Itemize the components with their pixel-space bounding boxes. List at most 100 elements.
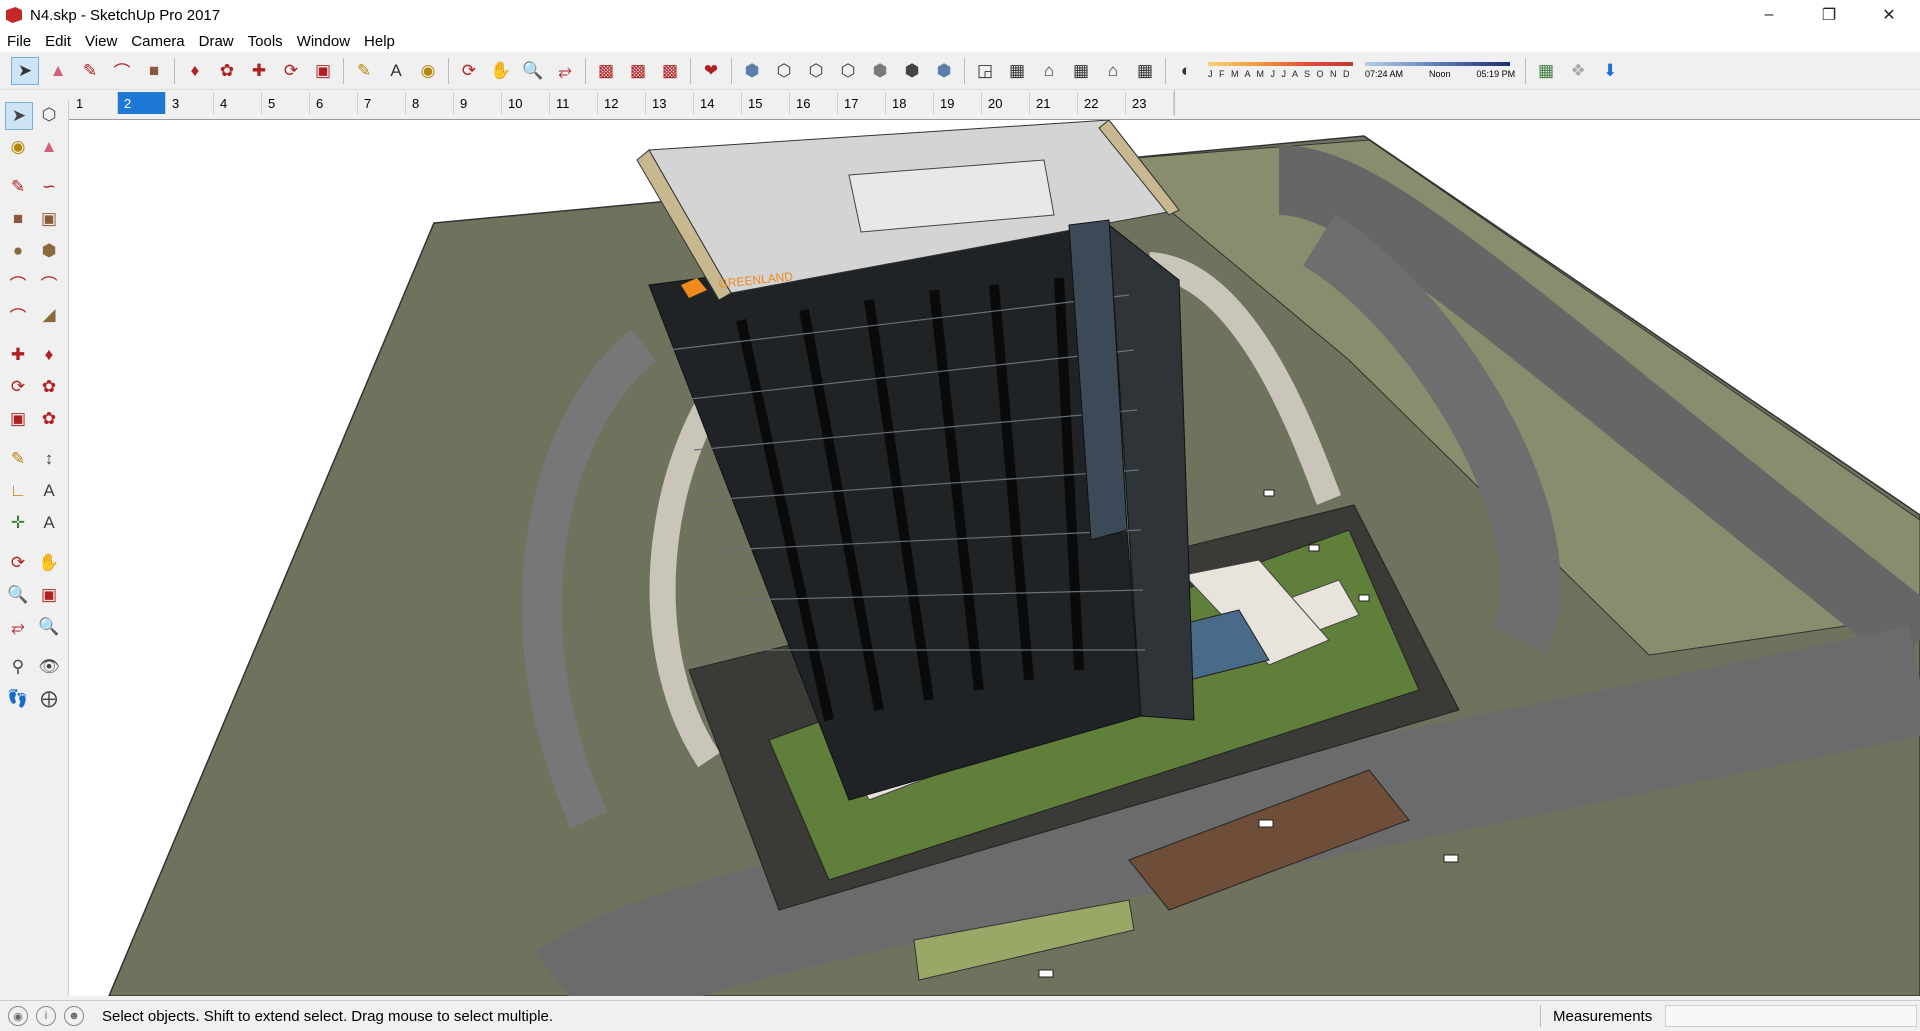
menu-file[interactable]: File <box>0 33 38 50</box>
dimension-tool-button[interactable]: ↕ <box>36 446 62 472</box>
zoom-extents-button[interactable]: ⥂ <box>5 614 31 640</box>
shaded-textures-style-button[interactable]: ⬢ <box>899 58 925 84</box>
pie-tool-button[interactable]: ◢ <box>36 302 62 328</box>
scene-tab[interactable]: 2 <box>118 92 166 114</box>
line-tool-button[interactable]: ✎ <box>77 58 103 84</box>
scale-button[interactable]: ▣ <box>5 406 31 432</box>
walk-button[interactable]: 👣 <box>5 686 31 712</box>
previous-view-button[interactable]: 🔍 <box>36 614 62 640</box>
date-slider-bar[interactable] <box>1208 62 1353 66</box>
tape-measure-button[interactable]: ✎ <box>351 58 377 84</box>
scene-tab[interactable]: 1 <box>70 92 118 114</box>
shadow-time-slider[interactable]: 07:24 AM Noon 05:19 PM <box>1365 56 1515 86</box>
layout-send-button[interactable]: ▩ <box>657 58 683 84</box>
wireframe-style-button[interactable]: ⬡ <box>803 58 829 84</box>
follow-me-button[interactable]: ✿ <box>214 58 240 84</box>
protractor-button[interactable]: ∟ <box>5 478 31 504</box>
menu-draw[interactable]: Draw <box>192 33 241 50</box>
select-tool-button[interactable]: ➤ <box>5 102 33 130</box>
arc-tool-button[interactable]: ⌒ <box>5 270 31 296</box>
credits-icon[interactable]: i <box>36 1006 56 1026</box>
scene-tab[interactable]: 22 <box>1078 92 1126 114</box>
scene-tab[interactable]: 18 <box>886 92 934 114</box>
section-plane-button[interactable]: ⨁ <box>36 686 62 712</box>
scene-tab[interactable]: 12 <box>598 92 646 114</box>
text-tool-button[interactable]: A <box>383 58 409 84</box>
iso-view-button[interactable]: ◲ <box>972 58 998 84</box>
scene-tab[interactable]: 7 <box>358 92 406 114</box>
select-tool-button[interactable]: ➤ <box>11 56 39 85</box>
scene-tab[interactable]: 15 <box>742 92 790 114</box>
move-button[interactable]: ✚ <box>5 342 31 368</box>
geo-location-icon[interactable]: ◉ <box>8 1006 28 1026</box>
time-slider-bar[interactable] <box>1365 62 1510 66</box>
menu-view[interactable]: View <box>78 33 124 50</box>
xray-style-button[interactable]: ⬢ <box>739 58 765 84</box>
scene-tab[interactable]: 4 <box>214 92 262 114</box>
left-view-button[interactable]: ▦ <box>1132 58 1158 84</box>
menu-edit[interactable]: Edit <box>38 33 78 50</box>
user-account-icon[interactable]: ☻ <box>64 1006 84 1026</box>
paint-bucket-button[interactable]: ◉ <box>415 58 441 84</box>
back-view-button[interactable]: ⌂ <box>1100 58 1126 84</box>
zoom-button[interactable]: 🔍 <box>520 58 546 84</box>
pan-button[interactable]: ✋ <box>488 58 514 84</box>
axes-tool-button[interactable]: ✛ <box>5 510 31 536</box>
scene-tab[interactable]: 19 <box>934 92 982 114</box>
position-camera-button[interactable]: ⚲ <box>5 654 31 680</box>
circle-tool-button[interactable]: ● <box>5 238 31 264</box>
get-photo-texture-button[interactable]: ⬇ <box>1597 58 1623 84</box>
menu-help[interactable]: Help <box>357 33 402 50</box>
scene-tab[interactable]: 11 <box>550 92 598 114</box>
model-viewport[interactable]: GREENLAND <box>69 119 1920 996</box>
scene-tab[interactable]: 14 <box>694 92 742 114</box>
rotate-button[interactable]: ⟳ <box>5 374 31 400</box>
zoom-extents-button[interactable]: ⥂ <box>552 58 578 84</box>
make-component-button[interactable]: ⬡ <box>36 102 62 128</box>
three-point-arc-button[interactable]: ⌒ <box>5 302 31 328</box>
scene-tab[interactable]: 17 <box>838 92 886 114</box>
toggle-terrain-button[interactable]: ❖ <box>1565 58 1591 84</box>
measurements-input[interactable] <box>1665 1005 1917 1027</box>
menu-tools[interactable]: Tools <box>241 33 290 50</box>
scene-tab[interactable]: 3 <box>166 92 214 114</box>
move-button[interactable]: ✚ <box>246 58 272 84</box>
pan-button[interactable]: ✋ <box>36 550 62 576</box>
monochrome-style-button[interactable]: ⬢ <box>931 58 957 84</box>
push-pull-button[interactable]: ♦ <box>182 58 208 84</box>
push-pull-button[interactable]: ♦ <box>36 342 62 368</box>
scale-button[interactable]: ▣ <box>310 58 336 84</box>
menu-camera[interactable]: Camera <box>124 33 191 50</box>
3d-text-button[interactable]: A <box>36 510 62 536</box>
text-tool-button[interactable]: A <box>36 478 62 504</box>
look-around-button[interactable]: 👁 <box>36 654 62 680</box>
orbit-button[interactable]: ⟳ <box>456 58 482 84</box>
shadows-toggle-button[interactable]: ◐ <box>1173 58 1199 84</box>
front-view-button[interactable]: ⌂ <box>1036 58 1062 84</box>
follow-me-button[interactable]: ✿ <box>36 374 62 400</box>
scene-tab[interactable]: 21 <box>1030 92 1078 114</box>
shadow-date-slider[interactable]: J F M A M J J A S O N D <box>1208 56 1353 86</box>
add-location-button[interactable]: ▦ <box>1533 58 1559 84</box>
3d-warehouse-button[interactable]: ▩ <box>593 58 619 84</box>
minimize-button[interactable]: – <box>1746 0 1792 30</box>
back-edges-style-button[interactable]: ⬡ <box>771 58 797 84</box>
extension-warehouse-button[interactable]: ▩ <box>625 58 651 84</box>
freehand-tool-button[interactable]: ∽ <box>36 174 62 200</box>
eraser-tool-button[interactable]: ▲ <box>45 58 71 84</box>
paint-bucket-button[interactable]: ◉ <box>5 134 31 160</box>
scene-tab[interactable]: 16 <box>790 92 838 114</box>
arc-tool-button[interactable]: ⌒ <box>109 58 135 84</box>
restore-button[interactable]: ❐ <box>1806 0 1852 30</box>
two-point-arc-button[interactable]: ⌒ <box>36 270 62 296</box>
rotate-button[interactable]: ⟳ <box>278 58 304 84</box>
orbit-button[interactable]: ⟳ <box>5 550 31 576</box>
right-view-button[interactable]: ▦ <box>1068 58 1094 84</box>
close-button[interactable]: ✕ <box>1866 0 1912 30</box>
scene-tab[interactable]: 9 <box>454 92 502 114</box>
offset-button[interactable]: ✿ <box>36 406 62 432</box>
model-canvas[interactable]: GREENLAND <box>69 120 1920 996</box>
scene-tab[interactable]: 6 <box>310 92 358 114</box>
tape-measure-button[interactable]: ✎ <box>5 446 31 472</box>
menu-window[interactable]: Window <box>290 33 357 50</box>
